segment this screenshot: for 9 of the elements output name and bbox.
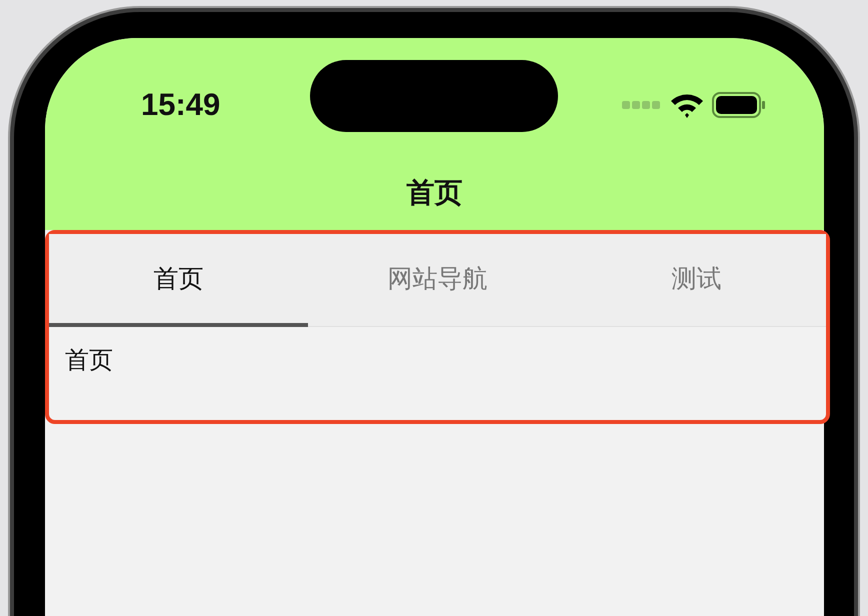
- tab[interactable]: 首页: [49, 234, 308, 326]
- status-time: 15:49: [141, 86, 220, 124]
- content-text: 首页: [64, 346, 114, 376]
- page-title: 首页: [406, 176, 464, 210]
- wifi-icon: [670, 92, 704, 118]
- tab[interactable]: 测试: [567, 234, 826, 326]
- battery-icon: [712, 92, 766, 118]
- tab[interactable]: 网站导航: [308, 234, 567, 326]
- signal-icon: [622, 101, 662, 109]
